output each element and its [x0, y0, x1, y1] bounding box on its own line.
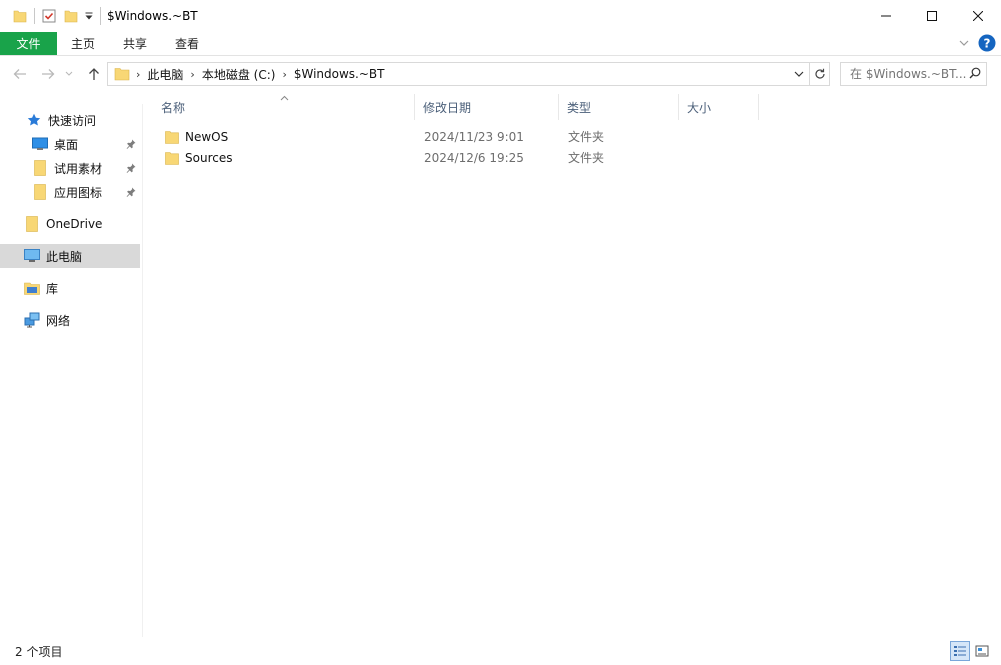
forward-button[interactable]: [37, 63, 59, 85]
pin-icon[interactable]: [126, 162, 136, 176]
file-name-cell: Sources: [153, 151, 415, 165]
maximize-button[interactable]: [909, 0, 955, 32]
sort-ascending-icon: [280, 90, 289, 104]
column-headers: 名称 修改日期 类型 大小: [153, 94, 759, 120]
refresh-button[interactable]: [810, 62, 830, 86]
up-button[interactable]: [83, 63, 105, 85]
nav-quick-access[interactable]: 快速访问: [26, 108, 140, 132]
tab-share[interactable]: 共享: [109, 32, 161, 55]
address-dropdown-icon[interactable]: [789, 63, 809, 85]
nav-label: 此电脑: [46, 249, 83, 264]
search-input[interactable]: [850, 67, 966, 81]
tab-home[interactable]: 主页: [57, 32, 109, 55]
nav-item-app-icons[interactable]: 应用图标: [32, 180, 140, 204]
pin-icon[interactable]: [126, 186, 136, 200]
minimize-button[interactable]: [863, 0, 909, 32]
computer-icon: [24, 248, 40, 264]
tab-view[interactable]: 查看: [161, 32, 213, 55]
details-view-icon[interactable]: [950, 641, 970, 661]
file-type: 文件夹: [568, 130, 605, 144]
file-name: NewOS: [185, 129, 229, 144]
file-date: 2024/11/23 9:01: [424, 129, 524, 144]
file-date: 2024/12/6 19:25: [424, 150, 524, 165]
ribbon-tabs: 文件 主页 共享 查看 ?: [0, 32, 1001, 56]
breadcrumb-current-folder[interactable]: $Windows.~BT: [289, 67, 390, 81]
nav-item-network[interactable]: 网络: [24, 308, 140, 332]
column-label: 类型: [567, 100, 592, 115]
nav-label: 库: [46, 281, 59, 296]
address-row: › 此电脑 › 本地磁盘 (C:) › $Windows.~BT: [0, 62, 1001, 88]
nav-item-this-pc[interactable]: 此电脑: [0, 244, 140, 268]
status-bar: 2 个项目: [0, 637, 1001, 665]
library-icon: [24, 280, 40, 296]
nav-label: OneDrive: [46, 217, 103, 231]
back-button[interactable]: [9, 63, 31, 85]
help-icon[interactable]: ?: [978, 34, 996, 55]
navigation-pane: 快速访问 桌面 试用素材 应用图标 OneDrive 此电脑 库 网络: [0, 104, 143, 637]
nav-label: 试用素材: [54, 161, 103, 176]
column-header-name[interactable]: 名称: [153, 94, 415, 120]
item-count: 2 个项目: [15, 644, 63, 659]
tab-file[interactable]: 文件: [0, 32, 57, 55]
address-bar[interactable]: › 此电脑 › 本地磁盘 (C:) › $Windows.~BT: [107, 62, 810, 86]
nav-label: 应用图标: [54, 185, 103, 200]
nav-item-desktop[interactable]: 桌面: [32, 132, 140, 156]
customize-toolbar-icon[interactable]: [82, 5, 96, 27]
location-folder-icon: [114, 66, 130, 82]
file-name: Sources: [185, 150, 233, 165]
nav-item-library[interactable]: 库: [24, 276, 140, 300]
search-box[interactable]: [840, 62, 987, 86]
column-label: 名称: [161, 100, 186, 115]
search-icon[interactable]: [969, 67, 981, 82]
file-type: 文件夹: [568, 151, 605, 165]
large-icons-view-icon[interactable]: [972, 641, 992, 661]
folder-icon: [165, 130, 179, 144]
column-header-size[interactable]: 大小: [679, 94, 759, 120]
folder-icon: [9, 5, 31, 27]
view-switcher: [950, 641, 992, 661]
expand-ribbon-icon[interactable]: [958, 37, 970, 52]
ribbon-right: ?: [958, 32, 996, 56]
toolbar-divider: [34, 8, 35, 24]
column-label: 修改日期: [423, 100, 472, 115]
folder-icon: [165, 151, 179, 165]
network-icon: [24, 312, 40, 328]
breadcrumb-this-pc[interactable]: 此电脑: [142, 66, 188, 83]
star-icon: [26, 112, 42, 128]
breadcrumb-local-disk[interactable]: 本地磁盘 (C:): [197, 66, 281, 83]
file-name-cell: NewOS: [153, 130, 415, 144]
nav-item-trial-assets[interactable]: 试用素材: [32, 156, 140, 180]
recent-locations-icon[interactable]: [62, 63, 76, 85]
breadcrumb-separator[interactable]: ›: [280, 68, 288, 81]
file-row[interactable]: Sources 2024/12/6 19:25 文件夹: [153, 147, 679, 168]
nav-label: 桌面: [54, 137, 79, 152]
breadcrumb-separator[interactable]: ›: [134, 68, 142, 81]
folder-icon: [32, 160, 48, 176]
column-header-type[interactable]: 类型: [559, 94, 679, 120]
close-button[interactable]: [955, 0, 1001, 32]
breadcrumb-separator[interactable]: ›: [188, 68, 196, 81]
properties-icon[interactable]: [38, 5, 60, 27]
new-folder-icon[interactable]: [60, 5, 82, 27]
nav-item-onedrive[interactable]: OneDrive: [24, 212, 140, 236]
column-header-date[interactable]: 修改日期: [415, 94, 559, 120]
window-title: $Windows.~BT: [107, 9, 198, 23]
pin-icon[interactable]: [126, 138, 136, 152]
title-bar: $Windows.~BT: [0, 0, 1001, 32]
window-controls: [863, 0, 1001, 32]
column-label: 大小: [687, 100, 712, 115]
title-divider: [100, 7, 101, 25]
folder-icon: [32, 184, 48, 200]
svg-text:?: ?: [984, 36, 991, 50]
file-row[interactable]: NewOS 2024/11/23 9:01 文件夹: [153, 126, 679, 147]
desktop-icon: [32, 136, 48, 152]
nav-label: 快速访问: [48, 113, 97, 128]
folder-icon: [24, 216, 40, 232]
quick-access-toolbar: [0, 0, 96, 32]
nav-label: 网络: [46, 313, 71, 328]
